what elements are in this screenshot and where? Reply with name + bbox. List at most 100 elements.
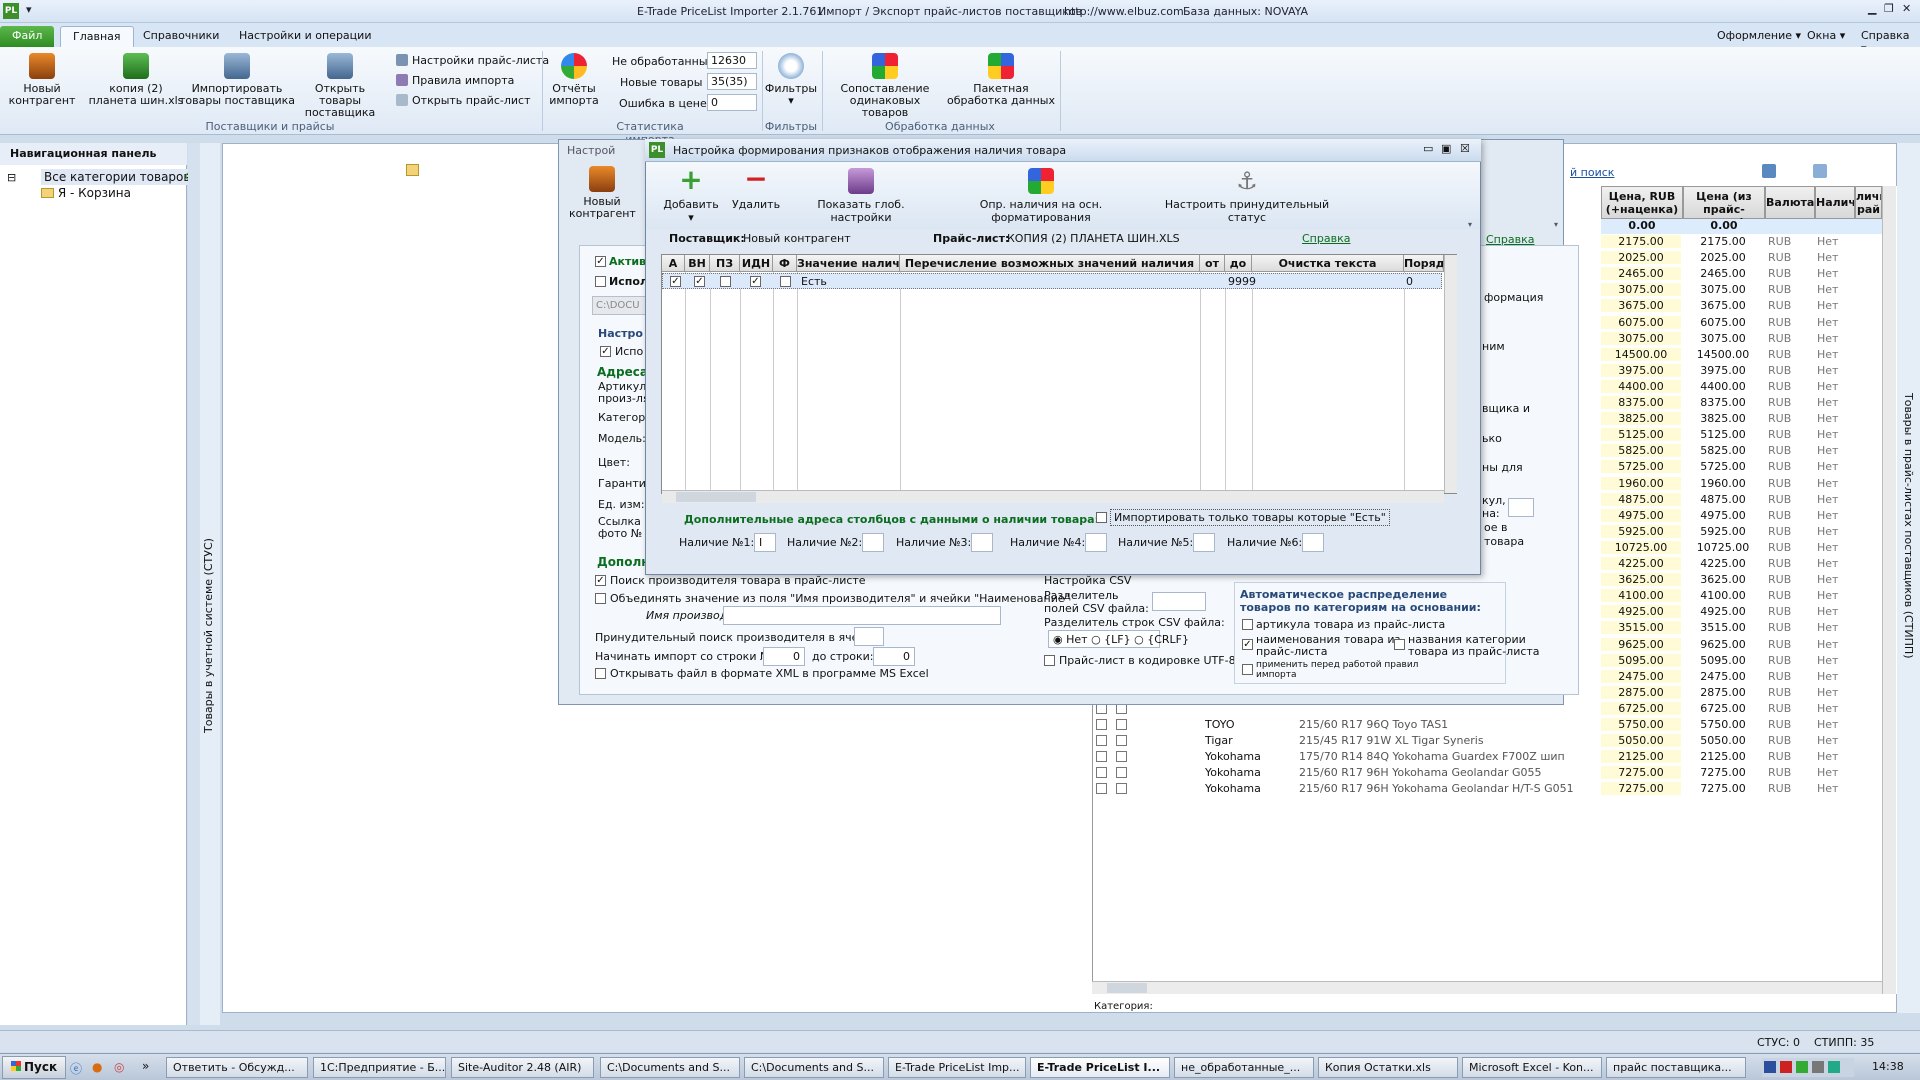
apply-rules-checkbox[interactable] bbox=[1242, 664, 1253, 675]
row-checkbox[interactable] bbox=[1116, 735, 1127, 747]
col-header-from[interactable]: от bbox=[1200, 255, 1225, 272]
taskbar-item[interactable]: 1С:Предприятие - Б... bbox=[313, 1057, 446, 1078]
table-row[interactable]: Yokohama 175/70 R14 84Q Yokohama Guardex … bbox=[1092, 749, 1882, 765]
search-mfr-checkbox[interactable]: ✓ bbox=[595, 575, 606, 586]
taskbar-item[interactable]: прайс поставщика... bbox=[1606, 1057, 1746, 1078]
pricelist-settings-button[interactable]: Настройки прайс-листа bbox=[396, 54, 549, 67]
taskbar-item[interactable]: Microsoft Excel - Kon... bbox=[1462, 1057, 1602, 1078]
toolbar-collapse-toggle[interactable]: ▾ bbox=[1468, 220, 1472, 229]
table-row[interactable]: Tigar 215/45 R17 91W XL Tigar Syneris 5050… bbox=[1092, 733, 1882, 749]
row-pz-checkbox[interactable] bbox=[720, 276, 731, 287]
back-toolbar-collapse-toggle[interactable]: ▾ bbox=[1554, 220, 1558, 229]
col-header-possible-values[interactable]: Перечисление возможных значений наличия bbox=[900, 255, 1200, 272]
to-row-input[interactable]: 0 bbox=[873, 647, 915, 666]
col-header-idn[interactable]: ИДН bbox=[740, 255, 773, 272]
combine-checkbox[interactable] bbox=[595, 593, 606, 604]
minimize-window-button[interactable]: ▁ bbox=[1868, 2, 1876, 15]
detect-availability-button[interactable]: Опр. наличия на осн. форматирования bbox=[938, 166, 1144, 224]
avail-3-input[interactable] bbox=[971, 533, 993, 552]
row-checkbox[interactable] bbox=[1096, 783, 1107, 795]
taskbar-item[interactable]: E-Trade PriceList I... bbox=[1030, 1057, 1170, 1078]
show-global-settings-button[interactable]: Показать глоб. настройки bbox=[790, 166, 932, 224]
add-button[interactable]: + Добавить ▾ bbox=[660, 166, 722, 225]
row-checkbox[interactable] bbox=[1096, 767, 1107, 779]
table-row[interactable]: TOYO 215/60 R17 96Q Toyo TAS1 5750.00 5750.… bbox=[1092, 717, 1882, 733]
row-checkbox[interactable] bbox=[1116, 719, 1127, 730]
col-header-text-cleanup[interactable]: Очистка текста bbox=[1252, 255, 1404, 272]
dialog-close-button[interactable]: ☒ bbox=[1460, 142, 1470, 155]
col-header-a[interactable]: А bbox=[662, 255, 685, 272]
match-goods-button[interactable]: Сопоставление одинаковых товаров bbox=[826, 49, 944, 119]
col-header-vn[interactable]: ВН bbox=[685, 255, 710, 272]
row-value[interactable]: Есть bbox=[801, 275, 827, 288]
column-header-currency[interactable]: Валюта bbox=[1765, 186, 1815, 219]
back-help-link[interactable]: Справка bbox=[1486, 233, 1534, 246]
import-only-available-checkbox[interactable] bbox=[1096, 512, 1107, 523]
csv-field-separator-input[interactable] bbox=[1152, 592, 1206, 611]
dialog-minimize-button[interactable]: ▭ bbox=[1423, 142, 1433, 155]
help-menu[interactable]: Справка ▾ bbox=[1849, 26, 1920, 55]
taskbar-item[interactable]: Копия Остатки.xls bbox=[1318, 1057, 1458, 1078]
tree-collapse-toggle[interactable]: ⊟ bbox=[7, 171, 16, 184]
col-header-f[interactable]: Ф bbox=[773, 255, 797, 272]
by-article-checkbox[interactable] bbox=[1242, 619, 1253, 630]
tray-icon[interactable] bbox=[1780, 1061, 1792, 1073]
taskbar-item[interactable]: не_обработанные_... bbox=[1174, 1057, 1314, 1078]
quick-launch-more[interactable]: » bbox=[142, 1059, 149, 1073]
avail-6-input[interactable] bbox=[1302, 533, 1324, 552]
tray-icon[interactable] bbox=[1812, 1061, 1824, 1073]
firefox-icon[interactable]: ● bbox=[92, 1060, 102, 1074]
browser-icon[interactable]: ◎ bbox=[114, 1060, 124, 1074]
table-row[interactable]: Yokohama 215/60 R17 96H Yokohama Geolanda… bbox=[1092, 765, 1882, 781]
tree-item-cart[interactable]: Я - Корзина bbox=[41, 186, 131, 200]
avail-4-input[interactable] bbox=[1085, 533, 1107, 552]
table-row[interactable] bbox=[662, 273, 1442, 289]
search-link[interactable]: й поиск bbox=[1570, 166, 1614, 179]
avail-2-input[interactable] bbox=[862, 533, 884, 552]
back-new-contractor-button[interactable]: Новый контрагент bbox=[569, 160, 636, 230]
row-checkbox[interactable] bbox=[1116, 767, 1127, 779]
column-header-availability-2[interactable]: личи рай bbox=[1855, 186, 1882, 219]
row-checkbox[interactable] bbox=[1116, 751, 1127, 763]
tree-item-all-categories[interactable]: Все категории товаров bbox=[41, 169, 194, 185]
col-header-order[interactable]: Поряд bbox=[1404, 255, 1444, 272]
taskbar-item[interactable]: Site-Auditor 2.48 (AIR) bbox=[451, 1057, 594, 1078]
col-header-to[interactable]: до bbox=[1225, 255, 1252, 272]
dialog-maximize-button[interactable]: ▣ bbox=[1441, 142, 1451, 155]
csv-radio-lf[interactable]: ○ {LF} bbox=[1091, 633, 1131, 646]
grid-scroll-thumb[interactable] bbox=[1107, 983, 1147, 993]
col-header-pz[interactable]: ПЗ bbox=[710, 255, 740, 272]
batch-processing-button[interactable]: Пакетная обработка данных bbox=[946, 49, 1056, 107]
close-window-button[interactable]: ✕ bbox=[1902, 2, 1911, 15]
right-input[interactable] bbox=[1508, 498, 1534, 517]
table-vertical-scrollbar[interactable] bbox=[1444, 255, 1457, 493]
tab-main[interactable]: Главная bbox=[60, 26, 134, 47]
tab-references[interactable]: Справочники bbox=[131, 26, 231, 47]
website-link[interactable]: http://www.elbuz.com bbox=[1064, 5, 1184, 18]
grid-tool-icon[interactable] bbox=[1762, 164, 1776, 178]
windows-menu[interactable]: Окна ▾ bbox=[1795, 26, 1857, 47]
row-a-checkbox[interactable]: ✓ bbox=[670, 276, 681, 287]
row-checkbox[interactable] bbox=[1096, 751, 1107, 763]
splitter[interactable] bbox=[188, 143, 200, 1025]
column-header-price-pl[interactable]: Цена (из прайс-листа) bbox=[1683, 186, 1765, 229]
table-horizontal-scrollbar[interactable] bbox=[662, 490, 1444, 503]
import-rules-button[interactable]: Правила импорта bbox=[396, 74, 514, 87]
taskbar-item[interactable]: C:\Documents and S... bbox=[744, 1057, 884, 1078]
csv-radio-none[interactable]: ◉ Нет bbox=[1053, 633, 1088, 646]
row-order[interactable]: 0 bbox=[1406, 275, 1413, 288]
active-checkbox[interactable]: ✓ bbox=[595, 256, 606, 267]
tab-file[interactable]: Файл bbox=[0, 26, 55, 47]
import-goods-button[interactable]: Импортировать товары поставщика bbox=[178, 49, 296, 107]
column-header-price-rub[interactable]: Цена, RUB (+наценка) bbox=[1601, 186, 1683, 219]
row-checkbox[interactable] bbox=[1116, 783, 1127, 795]
filters-button[interactable]: Фильтры ▾ bbox=[764, 49, 818, 107]
column-header-availability[interactable]: Наличи bbox=[1815, 186, 1855, 219]
path-field[interactable]: C:\DOCU bbox=[592, 296, 648, 315]
tray-icon[interactable] bbox=[1828, 1061, 1840, 1073]
table-scroll-thumb[interactable] bbox=[676, 492, 756, 502]
row-to[interactable]: 9999 bbox=[1228, 275, 1256, 288]
row-checkbox[interactable] bbox=[1096, 719, 1107, 730]
start-button[interactable]: Пуск bbox=[2, 1056, 67, 1079]
table-row[interactable]: Yokohama 215/60 R17 96H Yokohama Geolanda… bbox=[1092, 781, 1882, 797]
